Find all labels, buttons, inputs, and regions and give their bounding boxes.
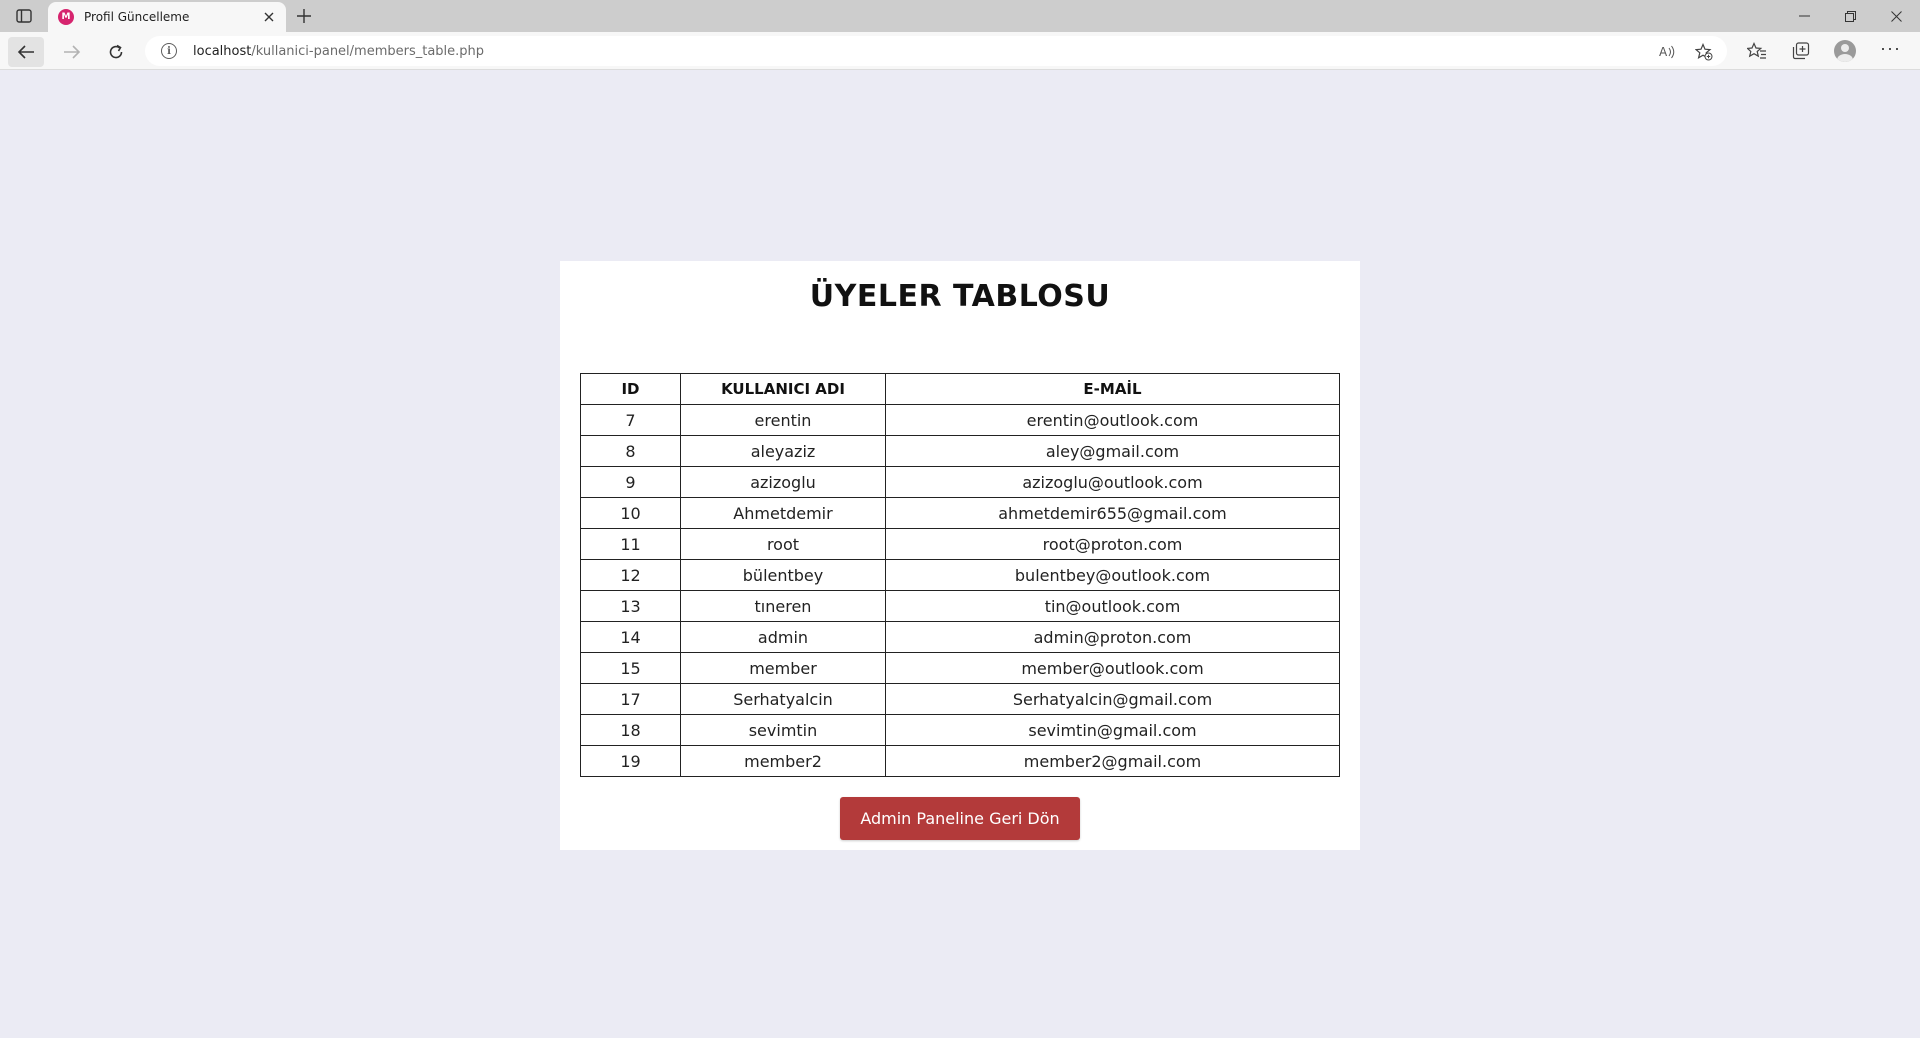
url-text[interactable]: localhost/kullanici-panel/members_table.…	[193, 44, 484, 59]
more-icon[interactable]: ···	[1880, 38, 1901, 59]
profile-icon[interactable]	[1834, 40, 1856, 62]
minimize-icon[interactable]	[1781, 0, 1827, 32]
cell-email: bulentbey@outlook.com	[885, 559, 1340, 591]
table-row: 17 Serhatyalcin Serhatyalcin@gmail.com	[580, 683, 1340, 715]
cell-id: 8	[580, 435, 681, 467]
collections-icon[interactable]	[1790, 40, 1812, 62]
cell-username: sevimtin	[680, 714, 886, 746]
address-bar[interactable]: i localhost/kullanici-panel/members_tabl…	[145, 36, 1727, 66]
table-header-row: ID KULLANICI ADI E-MAİL	[580, 373, 1340, 405]
cell-id: 12	[580, 559, 681, 591]
plus-icon[interactable]	[293, 5, 315, 27]
cell-email: Serhatyalcin@gmail.com	[885, 683, 1340, 715]
cell-username: azizoglu	[680, 466, 886, 498]
header-email: E-MAİL	[885, 373, 1340, 405]
cell-username: tıneren	[680, 590, 886, 622]
cell-email: erentin@outlook.com	[885, 404, 1340, 436]
table-row: 12 bülentbey bulentbey@outlook.com	[580, 559, 1340, 591]
members-table: ID KULLANICI ADI E-MAİL 7 erentin erentin@…	[580, 373, 1340, 777]
add-favorite-icon[interactable]	[1693, 41, 1715, 63]
favorites-icon[interactable]	[1746, 40, 1768, 62]
table-row: 18 sevimtin sevimtin@gmail.com	[580, 714, 1340, 746]
cell-id: 17	[580, 683, 681, 715]
back-arrow-icon[interactable]	[8, 37, 44, 67]
cell-id: 9	[580, 466, 681, 498]
tab-title: Profil Güncelleme	[84, 10, 190, 24]
table-row: 8 aleyaziz aley@gmail.com	[580, 435, 1340, 467]
cell-email: tin@outlook.com	[885, 590, 1340, 622]
cell-id: 15	[580, 652, 681, 684]
cell-id: 10	[580, 497, 681, 529]
cell-email: member@outlook.com	[885, 652, 1340, 684]
forward-arrow-icon[interactable]	[54, 37, 90, 67]
info-icon[interactable]: i	[161, 43, 177, 59]
reload-icon[interactable]	[98, 37, 134, 67]
cell-email: member2@gmail.com	[885, 745, 1340, 777]
table-row: 15 member member@outlook.com	[580, 652, 1340, 684]
cell-id: 19	[580, 745, 681, 777]
cell-username: member2	[680, 745, 886, 777]
read-aloud-icon[interactable]: A	[1657, 41, 1679, 63]
table-row: 10 Ahmetdemir ahmetdemir655@gmail.com	[580, 497, 1340, 529]
restore-icon[interactable]	[1827, 0, 1873, 32]
cell-username: erentin	[680, 404, 886, 436]
cell-username: bülentbey	[680, 559, 886, 591]
table-row: 13 tıneren tin@outlook.com	[580, 590, 1340, 622]
cell-id: 11	[580, 528, 681, 560]
browser-tab-active[interactable]: M Profil Güncelleme	[48, 2, 286, 32]
tab-actions-icon[interactable]	[12, 6, 36, 26]
browser-toolbar: i localhost/kullanici-panel/members_tabl…	[0, 32, 1920, 70]
table-row: 11 root root@proton.com	[580, 528, 1340, 560]
close-icon[interactable]	[260, 8, 278, 26]
header-id: ID	[580, 373, 681, 405]
cell-username: Ahmetdemir	[680, 497, 886, 529]
table-row: 19 member2 member2@gmail.com	[580, 745, 1340, 777]
table-row: 9 azizoglu azizoglu@outlook.com	[580, 466, 1340, 498]
cell-username: root	[680, 528, 886, 560]
cell-id: 14	[580, 621, 681, 653]
cell-id: 13	[580, 590, 681, 622]
cell-email: root@proton.com	[885, 528, 1340, 560]
cell-email: admin@proton.com	[885, 621, 1340, 653]
browser-tab-bar: M Profil Güncelleme	[0, 0, 1920, 32]
cell-email: aley@gmail.com	[885, 435, 1340, 467]
cell-email: azizoglu@outlook.com	[885, 466, 1340, 498]
table-row: 7 erentin erentin@outlook.com	[580, 404, 1340, 436]
back-to-admin-panel-button[interactable]: Admin Paneline Geri Dön	[840, 797, 1080, 840]
cell-username: admin	[680, 621, 886, 653]
cell-username: aleyaziz	[680, 435, 886, 467]
window-close-icon[interactable]	[1873, 0, 1919, 32]
cell-id: 7	[580, 404, 681, 436]
cell-username: Serhatyalcin	[680, 683, 886, 715]
svg-text:A: A	[1659, 45, 1668, 59]
table-row: 14 admin admin@proton.com	[580, 621, 1340, 653]
cell-email: ahmetdemir655@gmail.com	[885, 497, 1340, 529]
header-username: KULLANICI ADI	[680, 373, 886, 405]
site-favicon-icon: M	[58, 9, 74, 25]
cell-username: member	[680, 652, 886, 684]
members-card: ÜYELER TABLOSU ID KULLANICI ADI E-MAİL 7…	[560, 261, 1360, 850]
cell-email: sevimtin@gmail.com	[885, 714, 1340, 746]
page-title: ÜYELER TABLOSU	[809, 279, 1111, 314]
cell-id: 18	[580, 714, 681, 746]
